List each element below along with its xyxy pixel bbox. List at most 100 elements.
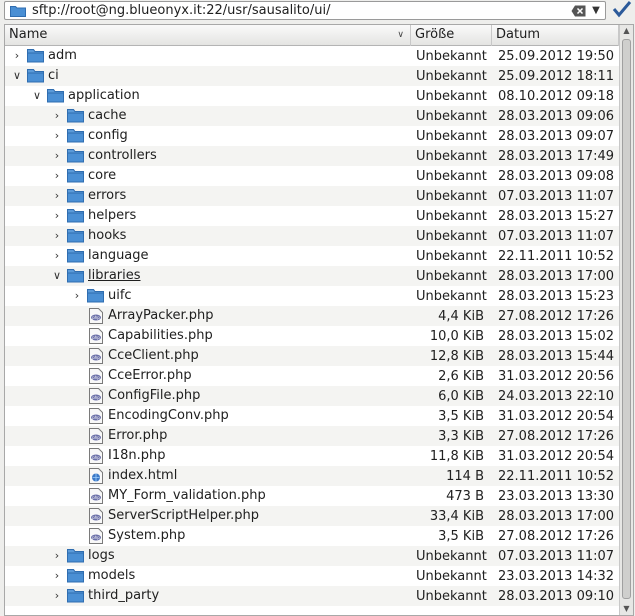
folder-icon <box>67 548 84 564</box>
scroll-up-icon[interactable]: ▲ <box>620 25 633 37</box>
expand-arrow-icon[interactable]: › <box>51 549 63 563</box>
clear-location-icon[interactable] <box>571 5 586 17</box>
scrollbar-thumb[interactable] <box>622 39 631 599</box>
expand-arrow-icon[interactable]: › <box>51 109 63 123</box>
file-size: 11,8 KiB <box>429 448 484 464</box>
tree-row-file[interactable]: index.html 114 B 22.11.2011 10:52 <box>5 466 619 486</box>
file-date: 28.03.2013 09:06 <box>498 108 615 124</box>
expand-arrow-icon[interactable]: › <box>51 129 63 143</box>
tree-row-folder[interactable]: › errors Unbekannt 07.03.2013 11:07 <box>5 186 619 206</box>
tree-row-file[interactable]: php ArrayPacker.php 4,4 KiB 27.08.2012 17:2… <box>5 306 619 326</box>
tree-row-file[interactable]: php EncodingConv.php 3,5 KiB 31.03.2012 20:… <box>5 406 619 426</box>
tree-row-folder[interactable]: ∨ ci Unbekannt 25.09.2012 18:11 <box>5 66 619 86</box>
file-size: Unbekannt <box>416 588 487 604</box>
folder-icon <box>67 188 84 204</box>
name-cell: php ConfigFile.php <box>5 386 411 406</box>
file-size: 33,4 KiB <box>429 508 484 524</box>
name-cell: › logs <box>5 546 411 566</box>
file-date: 07.03.2013 11:07 <box>498 188 615 204</box>
tree-row-file[interactable]: php I18n.php 11,8 KiB 31.03.2012 20:54 <box>5 446 619 466</box>
file-name: CceClient.php <box>108 348 199 363</box>
tree-row-file[interactable]: php MY_Form_validation.php 473 B 23.03.2013… <box>5 486 619 506</box>
tree-row-folder[interactable]: › helpers Unbekannt 28.03.2013 15:27 <box>5 206 619 226</box>
go-button[interactable] <box>611 1 633 21</box>
chevron-down-icon[interactable]: ▼ <box>590 5 602 17</box>
location-bar[interactable]: sftp://root@ng.blueonyx.it:22/usr/sausal… <box>4 1 606 20</box>
php-file-icon: php <box>89 508 106 524</box>
tree-row-folder[interactable]: › hooks Unbekannt 07.03.2013 11:07 <box>5 226 619 246</box>
expand-arrow-icon[interactable]: › <box>51 589 63 603</box>
tree-row-file[interactable]: php Capabilities.php 10,0 KiB 28.03.2013 15… <box>5 326 619 346</box>
name-cell: › cache <box>5 106 411 126</box>
column-header: Name ∨ Größe Datum <box>5 25 619 46</box>
vertical-scrollbar[interactable]: ▲ ▼ <box>619 25 633 615</box>
name-cell: › models <box>5 566 411 586</box>
folder-icon <box>67 128 84 144</box>
file-date: 28.03.2013 09:07 <box>498 128 615 144</box>
file-name: EncodingConv.php <box>108 408 229 423</box>
php-file-icon: php <box>89 528 106 544</box>
name-cell: php CceError.php <box>5 366 411 386</box>
tree-row-folder[interactable]: › logs Unbekannt 07.03.2013 11:07 <box>5 546 619 566</box>
file-size: Unbekannt <box>416 168 487 184</box>
html-file-icon <box>89 468 106 484</box>
file-size: Unbekannt <box>416 548 487 564</box>
tree-row-file[interactable]: php Error.php 3,3 KiB 27.08.2012 17:26 <box>5 426 619 446</box>
tree-row-folder[interactable]: › config Unbekannt 28.03.2013 09:07 <box>5 126 619 146</box>
file-name: config <box>88 128 128 143</box>
tree-row-folder[interactable]: › core Unbekannt 28.03.2013 09:08 <box>5 166 619 186</box>
tree-row-folder[interactable]: › models Unbekannt 23.03.2013 14:32 <box>5 566 619 586</box>
header-name[interactable]: Name ∨ <box>5 25 411 46</box>
file-date: 31.03.2012 20:54 <box>498 408 615 424</box>
expand-arrow-icon[interactable]: › <box>51 229 63 243</box>
expand-arrow-icon[interactable]: › <box>51 189 63 203</box>
folder-icon <box>67 208 84 224</box>
file-name: errors <box>88 188 127 203</box>
svg-text:php: php <box>92 455 100 460</box>
tree-row-file[interactable]: php CceError.php 2,6 KiB 31.03.2012 20:56 <box>5 366 619 386</box>
tree-row-file[interactable]: php ConfigFile.php 6,0 KiB 24.03.2013 22:10 <box>5 386 619 406</box>
scroll-down-icon[interactable]: ▼ <box>620 603 633 615</box>
expand-arrow-icon[interactable]: › <box>11 49 23 63</box>
tree-row-file[interactable]: php ServerScriptHelper.php 33,4 KiB 28.03.2… <box>5 506 619 526</box>
tree-row-file[interactable]: php CceClient.php 12,8 KiB 28.03.2013 15:44 <box>5 346 619 366</box>
folder-icon <box>27 48 44 64</box>
file-name: models <box>88 568 136 583</box>
expand-arrow-icon[interactable]: › <box>71 289 83 303</box>
svg-text:php: php <box>92 495 100 500</box>
header-date[interactable]: Datum <box>492 25 619 46</box>
location-url[interactable]: sftp://root@ng.blueonyx.it:22/usr/sausal… <box>32 3 571 18</box>
collapse-arrow-icon[interactable]: ∨ <box>31 89 43 103</box>
tree-row-file[interactable]: php System.php 3,5 KiB 27.08.2012 17:26 <box>5 526 619 546</box>
tree-row-folder[interactable]: ∨ application Unbekannt 08.10.2012 09:18 <box>5 86 619 106</box>
file-name: third_party <box>88 588 160 603</box>
file-size: Unbekannt <box>416 288 487 304</box>
tree-row-folder[interactable]: › uifc Unbekannt 28.03.2013 15:23 <box>5 286 619 306</box>
file-size: Unbekannt <box>416 128 487 144</box>
checkmark-icon <box>612 0 632 22</box>
expand-arrow-icon[interactable]: › <box>51 569 63 583</box>
file-size: 2,6 KiB <box>438 368 484 384</box>
file-name: ArrayPacker.php <box>108 308 214 323</box>
folder-icon <box>67 108 84 124</box>
tree-row-folder[interactable]: › adm Unbekannt 25.09.2012 19:50 <box>5 46 619 66</box>
tree-row-folder[interactable]: › third_party Unbekannt 28.03.2013 09:10 <box>5 586 619 606</box>
svg-text:php: php <box>92 355 100 360</box>
file-name: ServerScriptHelper.php <box>108 508 259 523</box>
collapse-arrow-icon[interactable]: ∨ <box>51 269 63 283</box>
name-cell: php ArrayPacker.php <box>5 306 411 326</box>
expand-arrow-icon[interactable]: › <box>51 149 63 163</box>
header-size[interactable]: Größe <box>411 25 492 46</box>
expand-arrow-icon[interactable]: › <box>51 169 63 183</box>
file-tree-view[interactable]: Name ∨ Größe Datum › adm Unbekannt 25.09.20… <box>4 24 634 616</box>
tree-row-folder[interactable]: › cache Unbekannt 28.03.2013 09:06 <box>5 106 619 126</box>
file-date: 22.11.2011 10:52 <box>498 468 615 484</box>
file-size: 4,4 KiB <box>438 308 484 324</box>
expand-arrow-icon[interactable]: › <box>51 209 63 223</box>
tree-row-folder[interactable]: › controllers Unbekannt 28.03.2013 17:49 <box>5 146 619 166</box>
expand-arrow-icon[interactable]: › <box>51 249 63 263</box>
collapse-arrow-icon[interactable]: ∨ <box>11 69 23 83</box>
tree-row-folder[interactable]: › language Unbekannt 22.11.2011 10:52 <box>5 246 619 266</box>
name-cell: php MY_Form_validation.php <box>5 486 411 506</box>
tree-row-folder[interactable]: ∨ libraries Unbekannt 28.03.2013 17:00 <box>5 266 619 286</box>
